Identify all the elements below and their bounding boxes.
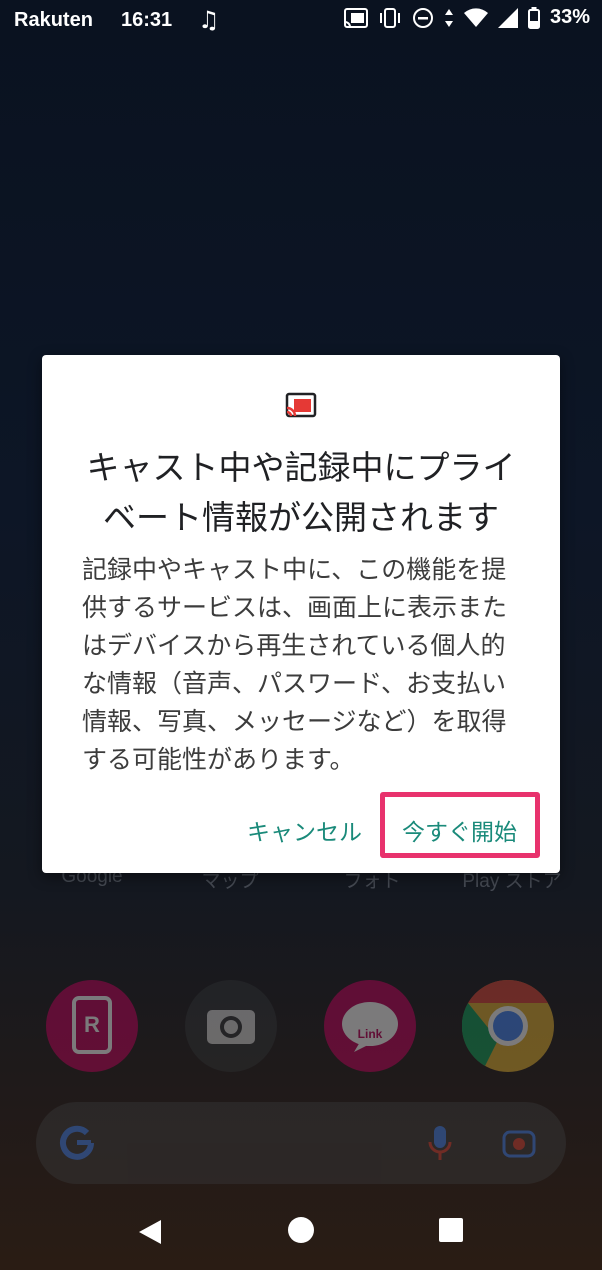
microphone-icon[interactable] xyxy=(428,1124,452,1162)
highlight-annotation xyxy=(380,792,540,858)
recents-icon[interactable] xyxy=(439,1218,463,1242)
navigation-bar xyxy=(0,1188,602,1270)
rakuten-link-app-icon[interactable]: Link xyxy=(324,980,416,1072)
cancel-button[interactable]: キャンセル xyxy=(247,813,362,847)
google-search-bar[interactable] xyxy=(36,1102,566,1184)
home-icon[interactable] xyxy=(288,1217,314,1243)
screen: Rakuten 16:31 ♫ 33% Google マップ フォト Play … xyxy=(0,0,602,1270)
back-icon[interactable] xyxy=(137,1218,163,1246)
camera-app-icon[interactable] xyxy=(185,980,277,1072)
rakuten-app-icon[interactable]: R xyxy=(46,980,138,1072)
svg-text:R: R xyxy=(84,1012,100,1037)
dialog-title: キャスト中や記録中にプライベート情報が公開されます xyxy=(86,448,516,537)
svg-text:Link: Link xyxy=(358,1027,383,1041)
lens-icon[interactable] xyxy=(502,1126,536,1160)
dialog-message: 記録中やキャスト中に、この機能を提供するサービスは、画面上に表示またはデバイスか… xyxy=(82,555,508,774)
cast-icon xyxy=(285,392,317,418)
google-g-icon xyxy=(60,1125,94,1160)
chrome-app-icon[interactable] xyxy=(461,979,554,1072)
